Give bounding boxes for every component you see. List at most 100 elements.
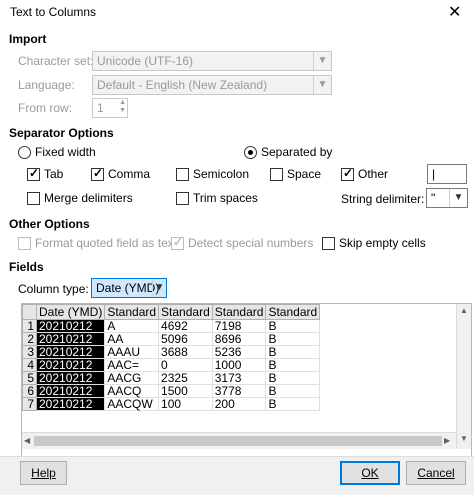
radio-icon: [18, 145, 31, 159]
table-row: 3 20210212 AAAU 3688 5236 B: [22, 345, 321, 359]
row-number: 5: [22, 371, 37, 385]
table-row: 7 20210212 AACQW 100 200 B: [22, 397, 321, 411]
window-title: Text to Columns: [10, 5, 97, 19]
column-header[interactable]: Standard: [265, 304, 321, 320]
column-header[interactable]: Standard: [211, 304, 267, 320]
merge-delimiters-label: Merge delimiters: [44, 191, 133, 205]
grid-cell: 4692: [158, 319, 213, 333]
column-type-dropdown[interactable]: Date (YMD) ▼: [91, 278, 167, 298]
charset-dropdown[interactable]: Unicode (UTF-16) ▼: [92, 51, 332, 71]
grid-cell: B: [265, 397, 321, 411]
horizontal-scrollbar[interactable]: ◀ ▶: [22, 432, 456, 449]
grid-cell: 5236: [212, 345, 267, 359]
row-number: 1: [22, 319, 37, 333]
grid-cell: B: [265, 358, 321, 372]
column-type-value: Date (YMD): [96, 281, 160, 295]
table-row: 2 20210212 AA 5096 8696 B: [22, 332, 321, 346]
grid-cell: AA: [104, 332, 160, 346]
button-bar: [0, 456, 474, 495]
space-checkbox[interactable]: Space: [270, 167, 321, 181]
grid-cell: B: [265, 345, 321, 359]
semicolon-checkbox[interactable]: Semicolon: [176, 167, 249, 181]
row-number: 2: [22, 332, 37, 346]
charset-value: Unicode (UTF-16): [97, 54, 194, 68]
ok-label: OK: [361, 466, 379, 480]
column-header[interactable]: Date (YMD): [35, 304, 106, 320]
fromrow-label: From row:: [18, 101, 72, 115]
separated-by-radio[interactable]: Separated by: [244, 145, 332, 159]
detect-special-label: Detect special numbers: [188, 236, 314, 250]
grid-cell: 20210212: [36, 358, 106, 372]
checkbox-checked-icon: [27, 166, 40, 181]
scroll-down-icon[interactable]: ▼: [460, 434, 468, 443]
checkbox-icon: [176, 191, 189, 205]
other-label: Other: [358, 167, 389, 181]
string-delimiter-value: ": [431, 191, 436, 205]
fixed-width-label: Fixed width: [35, 145, 96, 159]
grid-cell: 20210212: [36, 384, 106, 398]
grid-cell: 7198: [212, 319, 267, 333]
comma-label: Comma: [108, 167, 151, 181]
grid-cell: 8696: [212, 332, 267, 346]
table-row: 4 20210212 AAC= 0 1000 B: [22, 358, 321, 372]
grid-cell: AAC=: [104, 358, 160, 372]
grid-cell: 100: [158, 397, 213, 411]
language-value: Default - English (New Zealand): [97, 78, 268, 92]
column-header[interactable]: Standard: [104, 304, 160, 320]
row-number: 6: [22, 384, 37, 398]
separated-by-label: Separated by: [261, 145, 333, 159]
grid-cell: AACQ: [104, 384, 160, 398]
help-button[interactable]: Help: [20, 461, 67, 485]
grid-cell: 20210212: [36, 397, 106, 411]
import-heading: Import: [9, 32, 47, 46]
merge-delimiters-checkbox[interactable]: Merge delimiters: [27, 191, 133, 205]
vertical-scrollbar[interactable]: ▲ ▼: [456, 304, 471, 449]
grid-cell: AACG: [104, 371, 160, 385]
grid-cell: 0: [158, 358, 213, 372]
chevron-down-icon: ▼: [152, 279, 166, 297]
format-quoted-checkbox[interactable]: Format quoted field as text: [18, 236, 177, 250]
ok-button[interactable]: OK: [340, 461, 400, 485]
language-dropdown[interactable]: Default - English (New Zealand) ▼: [92, 75, 332, 95]
separator-heading: Separator Options: [9, 126, 114, 140]
other-input[interactable]: |: [427, 164, 467, 184]
trim-spaces-label: Trim spaces: [193, 191, 258, 205]
checkbox-icon: [270, 167, 283, 181]
row-number: 4: [22, 358, 37, 372]
other-checkbox[interactable]: Other: [341, 166, 389, 181]
scroll-left-icon[interactable]: ◀: [24, 436, 30, 445]
table-row: 6 20210212 AACQ 1500 3778 B: [22, 384, 321, 398]
scrollbar-thumb[interactable]: [34, 436, 442, 446]
grid-cell: 2325: [158, 371, 213, 385]
column-header[interactable]: Standard: [158, 304, 213, 320]
fields-heading: Fields: [9, 260, 44, 274]
skip-empty-label: Skip empty cells: [339, 236, 426, 250]
string-delimiter-dropdown[interactable]: " ▼: [426, 188, 468, 208]
row-number: 3: [22, 345, 37, 359]
tab-checkbox[interactable]: Tab: [27, 166, 63, 181]
grid-cell: 20210212: [36, 345, 106, 359]
fromrow-stepper[interactable]: 1 ▲ ▼: [92, 98, 128, 118]
detect-special-checkbox[interactable]: Detect special numbers: [171, 235, 314, 250]
skip-empty-checkbox[interactable]: Skip empty cells: [322, 236, 426, 250]
checkbox-checked-icon: [341, 166, 354, 181]
close-icon[interactable]: ✕: [448, 2, 461, 22]
language-label: Language:: [18, 78, 75, 92]
grid-cell: 3778: [212, 384, 267, 398]
cancel-button[interactable]: Cancel: [406, 461, 466, 485]
scroll-up-icon[interactable]: ▲: [460, 306, 468, 315]
scroll-right-icon[interactable]: ▶: [444, 436, 450, 445]
space-label: Space: [287, 167, 322, 181]
trim-spaces-checkbox[interactable]: Trim spaces: [176, 191, 258, 205]
stepper-arrows-icon: ▲ ▼: [119, 99, 126, 114]
charset-label: Character set:: [18, 54, 94, 68]
grid-cell: 20210212: [36, 371, 106, 385]
fixed-width-radio[interactable]: Fixed width: [18, 145, 96, 159]
comma-checkbox[interactable]: Comma: [91, 166, 151, 181]
checkbox-icon: [18, 236, 31, 250]
grid-cell: B: [265, 384, 321, 398]
radio-selected-icon: [244, 145, 257, 159]
grid-cell: AACQW: [104, 397, 160, 411]
chevron-down-icon: ▼: [449, 189, 467, 207]
table-row: 5 20210212 AACG 2325 3173 B: [22, 371, 321, 385]
